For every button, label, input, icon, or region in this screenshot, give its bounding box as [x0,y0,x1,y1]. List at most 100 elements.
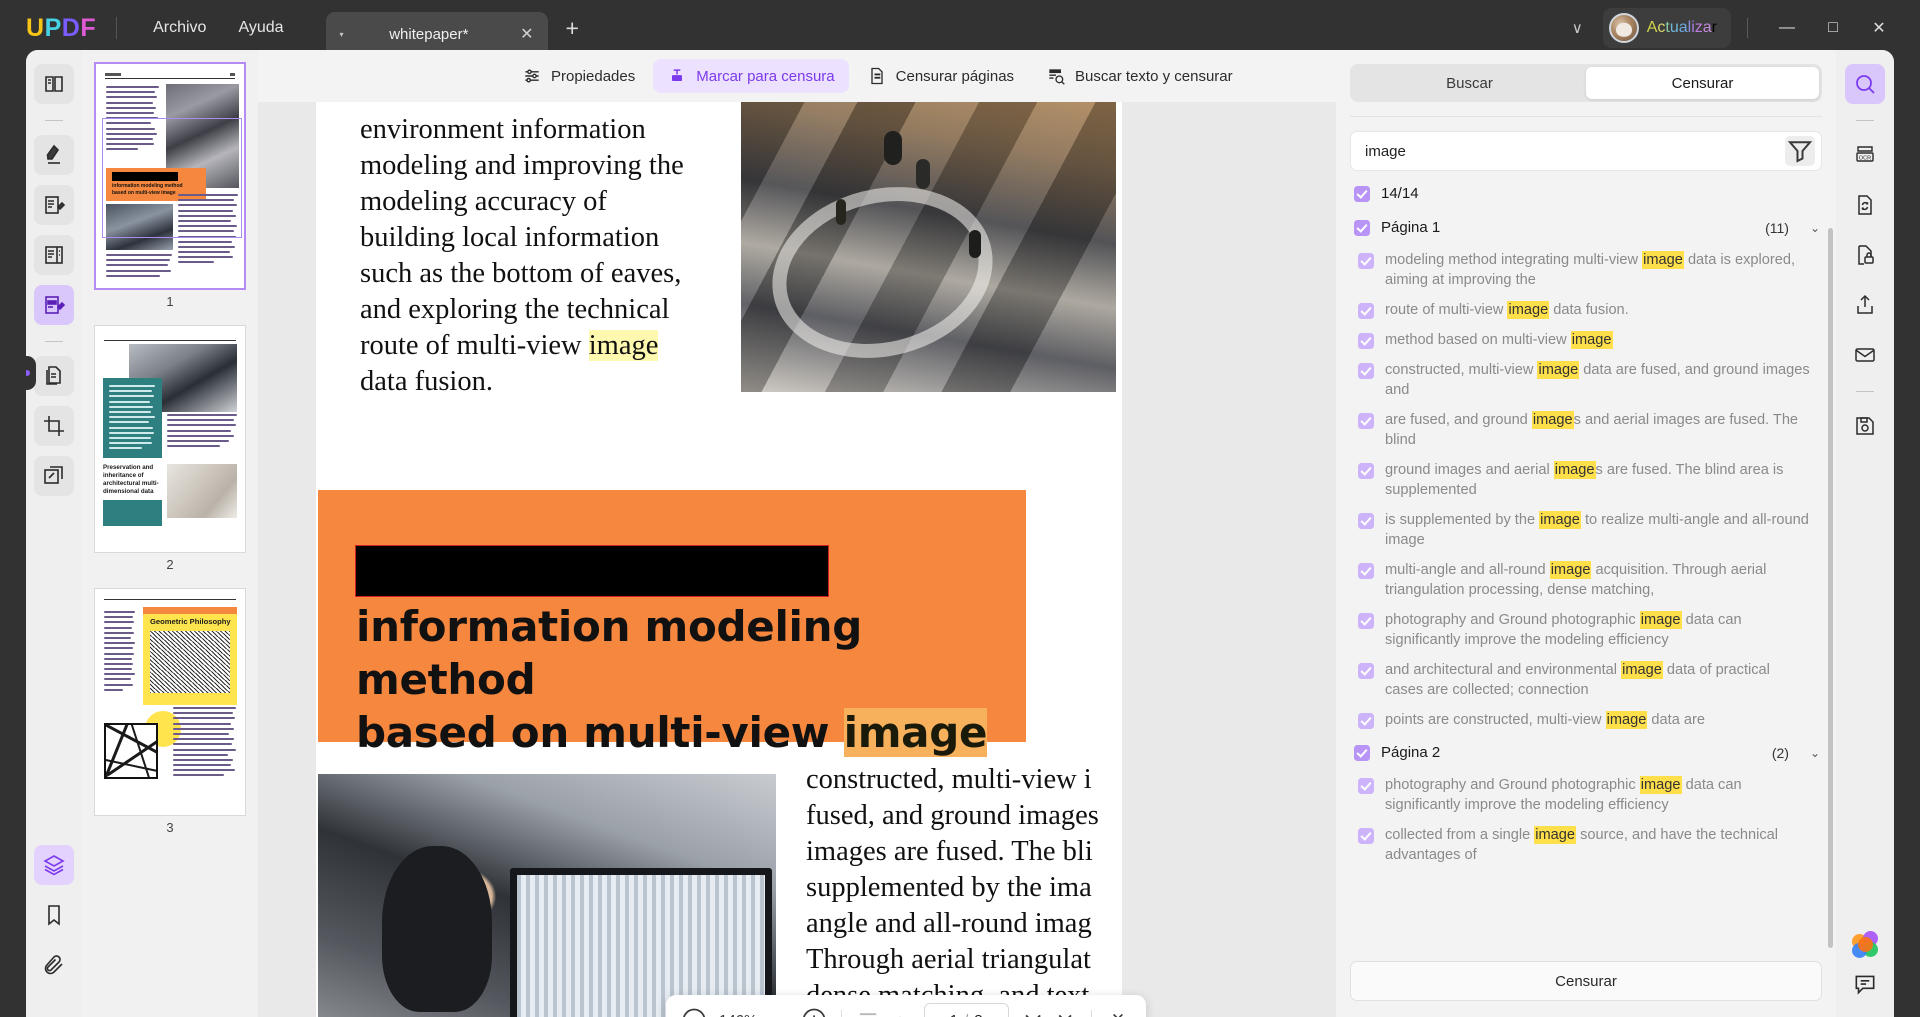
search-input[interactable] [1365,142,1785,160]
toolbar-buscar-texto-y-censurar[interactable]: Buscar texto y censurar [1032,59,1247,93]
titlebar-right-group: ∨ Actualizar — □ ✕ [1558,8,1902,48]
highlight-icon[interactable] [34,135,74,175]
chevron-down-icon[interactable]: ⌄ [1810,221,1820,235]
zoom-out-button[interactable] [680,1005,708,1017]
update-button[interactable]: Actualizar [1602,8,1731,48]
minimize-button[interactable]: — [1764,8,1810,48]
result-checkbox[interactable] [1358,713,1374,729]
result-item[interactable]: points are constructed, multi-view image… [1354,705,1826,735]
result-item[interactable]: method based on multi-view image [1354,325,1826,355]
tab-censurar[interactable]: Censurar [1586,67,1819,99]
result-group-header-page-1[interactable]: Página 1 (11) ⌄ [1354,210,1826,245]
result-checkbox[interactable] [1358,613,1374,629]
ocr-icon[interactable]: OCR [1845,135,1885,175]
result-item[interactable]: are fused, and ground images and aerial … [1354,405,1826,455]
redact-icon[interactable] [34,285,74,325]
result-item[interactable]: photography and Ground photographic imag… [1354,770,1826,820]
page-number-input[interactable]: 1 / 8 [923,1003,1009,1017]
result-checkbox[interactable] [1358,563,1374,579]
result-checkbox[interactable] [1358,463,1374,479]
rail-collapse-handle[interactable] [26,356,36,390]
toolbar-marcar-para-censura[interactable]: Marcar para censura [653,59,849,93]
total-results-row[interactable]: 14/14 [1354,185,1818,202]
result-item[interactable]: modeling method integrating multi-view i… [1354,245,1826,295]
result-item[interactable]: ground images and aerial images are fuse… [1354,455,1826,505]
zoom-in-button[interactable] [800,1005,828,1017]
result-text: method based on multi-view image [1385,331,1613,349]
forms-icon[interactable] [34,235,74,275]
result-item[interactable]: route of multi-view image data fusion. [1354,295,1826,325]
result-checkbox[interactable] [1358,363,1374,379]
menu-ayuda[interactable]: Ayuda [222,13,299,43]
convert-icon[interactable] [1845,185,1885,225]
prev-page-icon[interactable] [886,1005,914,1017]
zoom-page-toolbar: 146% ▾ 1 / 8 ✕ [666,995,1146,1017]
thumbnail-page-3[interactable]: Geometric Philosophy [94,588,246,816]
protect-icon[interactable] [1845,235,1885,275]
search-box[interactable] [1350,131,1822,171]
close-toolbar-icon[interactable]: ✕ [1104,1005,1132,1017]
thumb1-header [105,72,235,79]
result-checkbox[interactable] [1358,333,1374,349]
maximize-button[interactable]: □ [1810,8,1856,48]
filter-icon[interactable] [1785,136,1815,166]
result-checkbox[interactable] [1358,828,1374,844]
group-checkbox-page-2[interactable] [1354,744,1370,761]
thumbnail-page-1[interactable]: information modeling method based on mul… [94,62,246,290]
redaction-mark-box[interactable] [355,545,829,597]
tab-close-icon[interactable]: ✕ [520,24,533,44]
results-scrollbar[interactable] [1828,228,1833,948]
result-checkbox[interactable] [1358,253,1374,269]
email-icon[interactable] [1845,335,1885,375]
zoom-dropdown-caret-icon[interactable]: ▾ [768,1005,796,1017]
banner-title-highlight: image [843,708,988,757]
first-page-icon[interactable] [854,1005,882,1017]
results-list[interactable]: Página 1 (11) ⌄ modeling method integrat… [1336,210,1836,949]
thumbnail-page-2[interactable]: Preservation and inheritance of architec… [94,325,246,553]
document-viewport[interactable]: environment information modeling and imp… [258,102,1338,1017]
toolbar-propiedades[interactable]: Propiedades [508,59,649,93]
result-item[interactable]: collected from a single image source, an… [1354,820,1826,870]
page-thumbnail-panel[interactable]: information modeling method based on mul… [82,50,258,1017]
attachment-icon[interactable] [34,945,74,985]
result-item[interactable]: photography and Ground photographic imag… [1354,605,1826,655]
result-checkbox[interactable] [1358,778,1374,794]
menu-archivo[interactable]: Archivo [137,13,222,43]
crop-icon[interactable] [34,406,74,446]
result-item[interactable]: is supplemented by the image to realize … [1354,505,1826,555]
toolbar-censurar-paginas[interactable]: Censurar páginas [853,59,1028,93]
edit-pdf-icon[interactable] [34,185,74,225]
close-window-button[interactable]: ✕ [1856,8,1902,48]
tab-buscar[interactable]: Buscar [1353,67,1586,99]
chevron-down-icon[interactable]: ∨ [1558,11,1597,45]
organize-pages-icon[interactable] [34,356,74,396]
banner-title: information modeling method based on mul… [356,600,996,759]
group-checkbox-page-1[interactable] [1354,219,1370,236]
share-icon[interactable] [1845,285,1885,325]
reader-mode-icon[interactable] [34,64,74,104]
next-page-icon[interactable] [1019,1005,1047,1017]
result-item[interactable]: multi-angle and all-round image acquisit… [1354,555,1826,605]
compare-icon[interactable] [34,456,74,496]
result-item[interactable]: constructed, multi-view image data are f… [1354,355,1826,405]
apply-redaction-button[interactable]: Censurar [1350,961,1822,1001]
result-checkbox[interactable] [1358,303,1374,319]
thumb3-orange-strip [143,607,237,614]
comment-icon[interactable] [1852,971,1878,997]
save-as-icon[interactable] [1845,406,1885,446]
result-item[interactable]: and architectural and environmental imag… [1354,655,1826,705]
app-window: U P D F Archivo Ayuda ▾ whitepaper* ✕ + … [0,0,1920,1017]
ai-assistant-icon[interactable] [1852,931,1878,958]
chevron-down-icon[interactable]: ⌄ [1810,746,1820,760]
result-checkbox[interactable] [1358,663,1374,679]
bookmark-icon[interactable] [34,895,74,935]
result-group-header-page-2[interactable]: Página 2 (2) ⌄ [1354,735,1826,770]
result-checkbox[interactable] [1358,413,1374,429]
thumb1-text-block-2 [106,254,173,280]
search-icon[interactable] [1845,64,1885,104]
last-page-icon[interactable] [1051,1005,1079,1017]
layers-icon[interactable] [34,845,74,885]
result-checkbox[interactable] [1358,513,1374,529]
select-all-checkbox[interactable] [1354,185,1370,202]
new-tab-button[interactable]: + [566,15,579,42]
